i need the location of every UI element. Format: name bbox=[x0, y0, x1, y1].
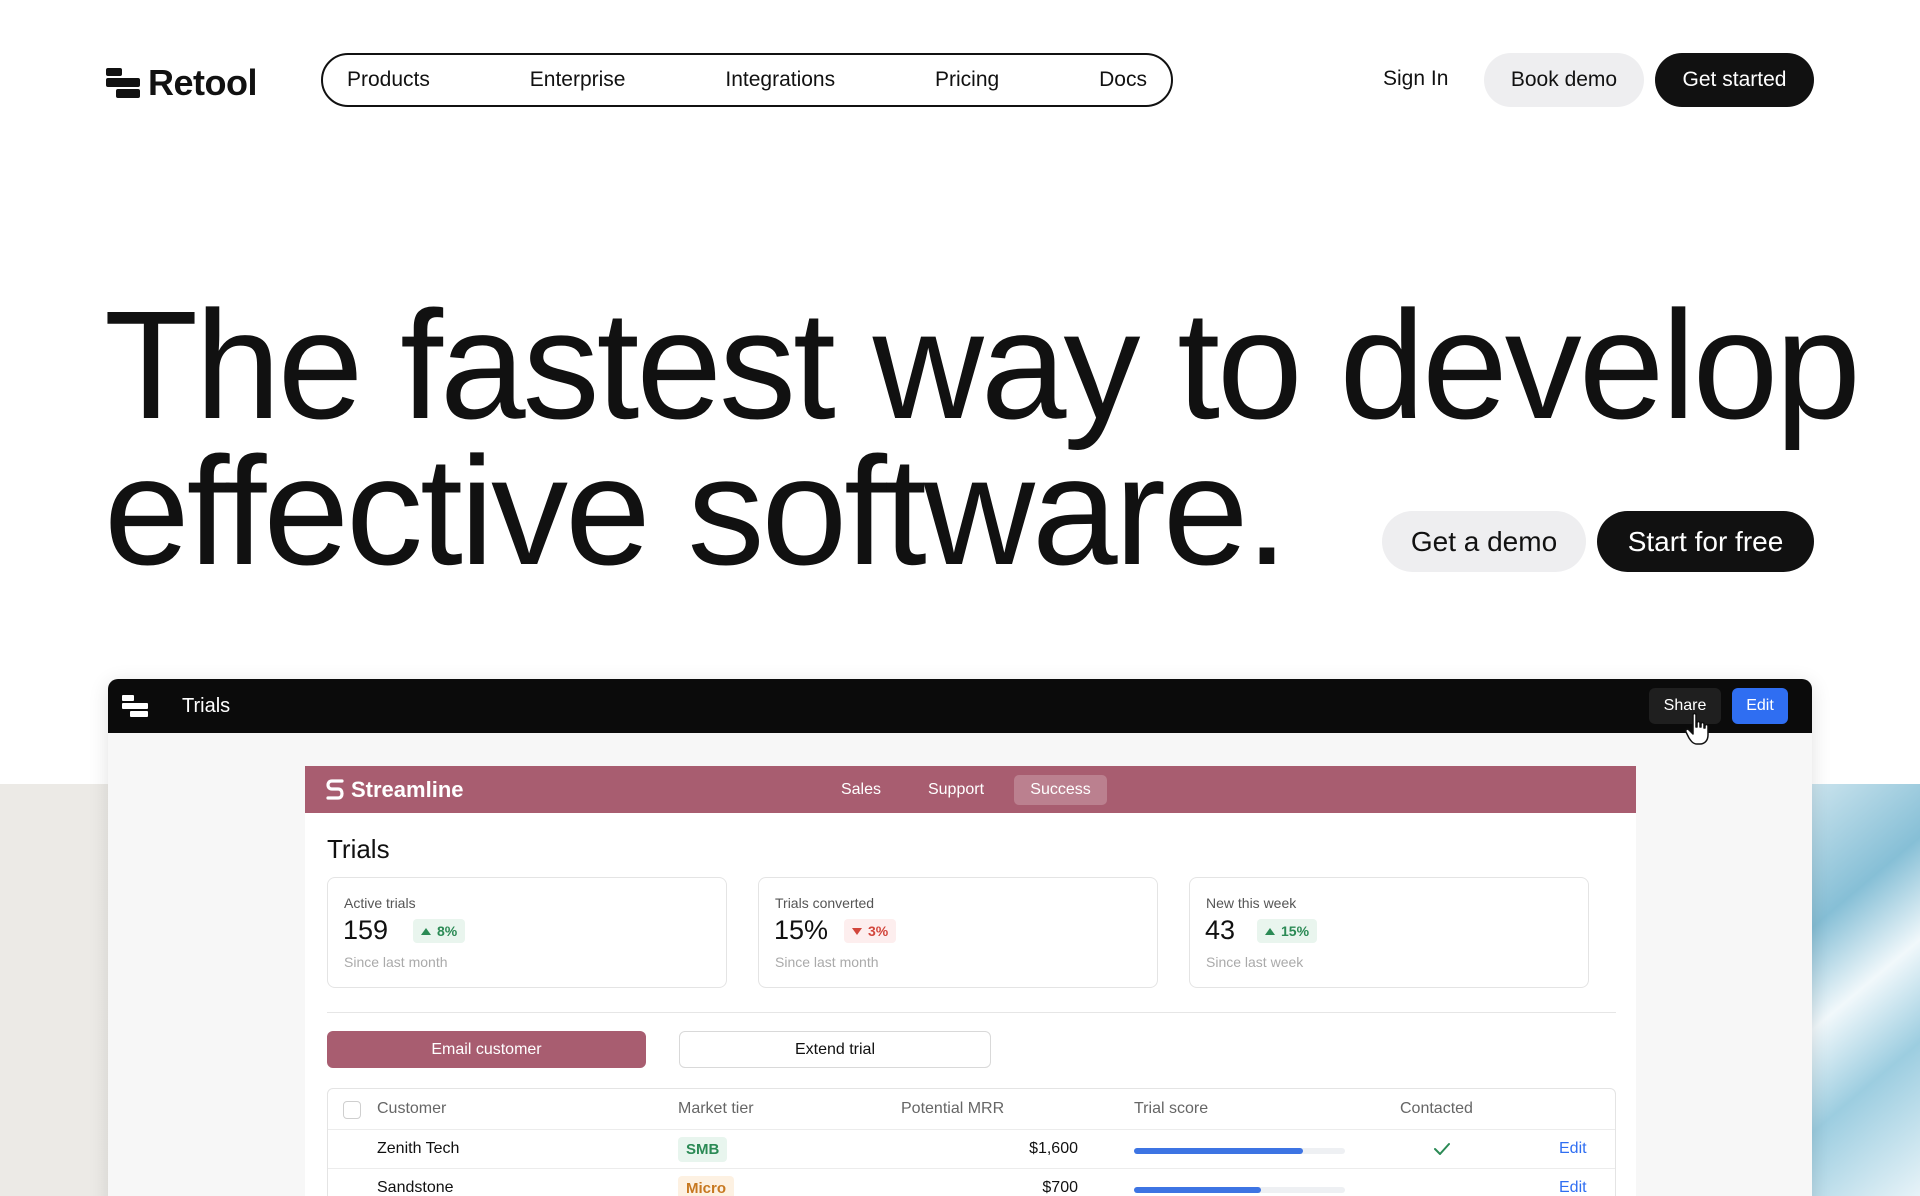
stat-subtext: Since last month bbox=[775, 954, 879, 970]
triangle-up-icon bbox=[1265, 927, 1275, 935]
streamline-app: Streamline Sales Support Success Trials … bbox=[305, 766, 1636, 1196]
stat-label: New this week bbox=[1206, 895, 1297, 911]
app-toolbar: Trials Share Edit bbox=[108, 679, 1812, 745]
change-value: 15% bbox=[1281, 923, 1310, 939]
hero-line-2: effective software. bbox=[104, 425, 1288, 597]
column-header[interactable]: Trial score bbox=[1134, 1100, 1208, 1118]
stat-card-active-trials: Active trials 159 8% Since last month bbox=[327, 877, 727, 988]
triangle-down-icon bbox=[852, 927, 862, 935]
section-divider bbox=[327, 1012, 1616, 1013]
stat-value: 15% bbox=[774, 915, 829, 945]
change-badge: 3% bbox=[844, 919, 897, 943]
app-title: Trials bbox=[182, 694, 231, 717]
logo-text: Retool bbox=[148, 62, 258, 103]
stat-subtext: Since last month bbox=[344, 954, 448, 970]
trials-table: Customer Market tier Potential MRR Trial… bbox=[327, 1088, 1616, 1196]
checkmark-icon bbox=[1434, 1143, 1450, 1155]
nav-enterprise[interactable]: Enterprise bbox=[530, 68, 626, 92]
retool-logo[interactable]: Retool bbox=[106, 62, 258, 104]
mrr-cell: $700 bbox=[1042, 1179, 1078, 1196]
get-a-demo-button[interactable]: Get a demo bbox=[1382, 511, 1586, 572]
main-nav: Products Enterprise Integrations Pricing… bbox=[321, 53, 1173, 107]
book-demo-button[interactable]: Book demo bbox=[1484, 53, 1644, 107]
edit-button[interactable]: Edit bbox=[1732, 688, 1788, 724]
app-preview-window: Trials Share Edit Streamline Sales Suppo… bbox=[108, 679, 1812, 1196]
nav-integrations[interactable]: Integrations bbox=[725, 68, 835, 92]
trial-score-fill bbox=[1134, 1187, 1261, 1193]
column-header[interactable]: Market tier bbox=[678, 1100, 754, 1118]
column-header[interactable]: Contacted bbox=[1400, 1100, 1473, 1118]
table-row[interactable]: Zenith Tech SMB $1,600 Edit bbox=[328, 1130, 1615, 1169]
hero-headline: The fastest way to develop effective sof… bbox=[104, 288, 1861, 588]
stat-card-trials-converted: Trials converted 15% 3% Since last month bbox=[758, 877, 1158, 988]
extend-trial-button[interactable]: Extend trial bbox=[679, 1031, 991, 1068]
decorative-swirl bbox=[1800, 784, 1920, 1196]
change-value: 3% bbox=[868, 923, 889, 939]
sign-in-link[interactable]: Sign In bbox=[1383, 67, 1448, 91]
streamline-brand: Streamline bbox=[351, 777, 464, 802]
stat-value: 43 bbox=[1205, 915, 1236, 945]
change-value: 8% bbox=[437, 923, 458, 939]
stat-subtext: Since last week bbox=[1206, 954, 1304, 970]
stat-value: 159 bbox=[343, 915, 389, 945]
tier-badge: SMB bbox=[678, 1137, 728, 1162]
app-menu-icon[interactable] bbox=[122, 695, 148, 717]
streamline-logo-icon bbox=[326, 779, 344, 800]
page-title: Trials bbox=[327, 834, 390, 864]
get-started-button[interactable]: Get started bbox=[1655, 53, 1814, 107]
table-row[interactable]: Sandstone Micro $700 Edit bbox=[328, 1169, 1615, 1196]
customer-cell: Sandstone bbox=[377, 1179, 454, 1196]
stat-card-new-this-week: New this week 43 15% Since last week bbox=[1189, 877, 1589, 988]
change-badge: 15% bbox=[1257, 919, 1318, 943]
customer-cell: Zenith Tech bbox=[377, 1140, 460, 1157]
streamline-header: Streamline Sales Support Success bbox=[305, 766, 1636, 813]
mrr-cell: $1,600 bbox=[1029, 1140, 1078, 1157]
start-for-free-button[interactable]: Start for free bbox=[1597, 511, 1814, 572]
column-header[interactable]: Customer bbox=[377, 1100, 446, 1118]
change-badge: 8% bbox=[413, 919, 466, 943]
retool-logo-icon bbox=[106, 66, 140, 100]
column-header[interactable]: Potential MRR bbox=[901, 1100, 1004, 1118]
trial-score-fill bbox=[1134, 1148, 1303, 1154]
row-edit-link[interactable]: Edit bbox=[1559, 1179, 1587, 1196]
select-all-checkbox[interactable] bbox=[343, 1101, 361, 1119]
tab-support[interactable]: Support bbox=[915, 775, 997, 805]
triangle-up-icon bbox=[421, 927, 431, 935]
streamline-logo[interactable]: Streamline bbox=[325, 777, 464, 803]
stat-label: Trials converted bbox=[775, 895, 875, 911]
row-edit-link[interactable]: Edit bbox=[1559, 1140, 1587, 1158]
tier-badge: Micro bbox=[678, 1176, 735, 1196]
nav-pricing[interactable]: Pricing bbox=[935, 68, 999, 92]
stat-label: Active trials bbox=[344, 895, 416, 911]
nav-docs[interactable]: Docs bbox=[1099, 68, 1147, 92]
tab-success[interactable]: Success bbox=[1014, 775, 1107, 805]
email-customer-button[interactable]: Email customer bbox=[327, 1031, 646, 1068]
table-header: Customer Market tier Potential MRR Trial… bbox=[328, 1089, 1615, 1130]
trial-score-bar bbox=[1134, 1148, 1345, 1154]
pointer-hand-icon bbox=[1685, 712, 1709, 745]
trial-score-bar bbox=[1134, 1187, 1345, 1193]
tab-sales[interactable]: Sales bbox=[831, 775, 891, 805]
nav-products[interactable]: Products bbox=[347, 68, 430, 92]
